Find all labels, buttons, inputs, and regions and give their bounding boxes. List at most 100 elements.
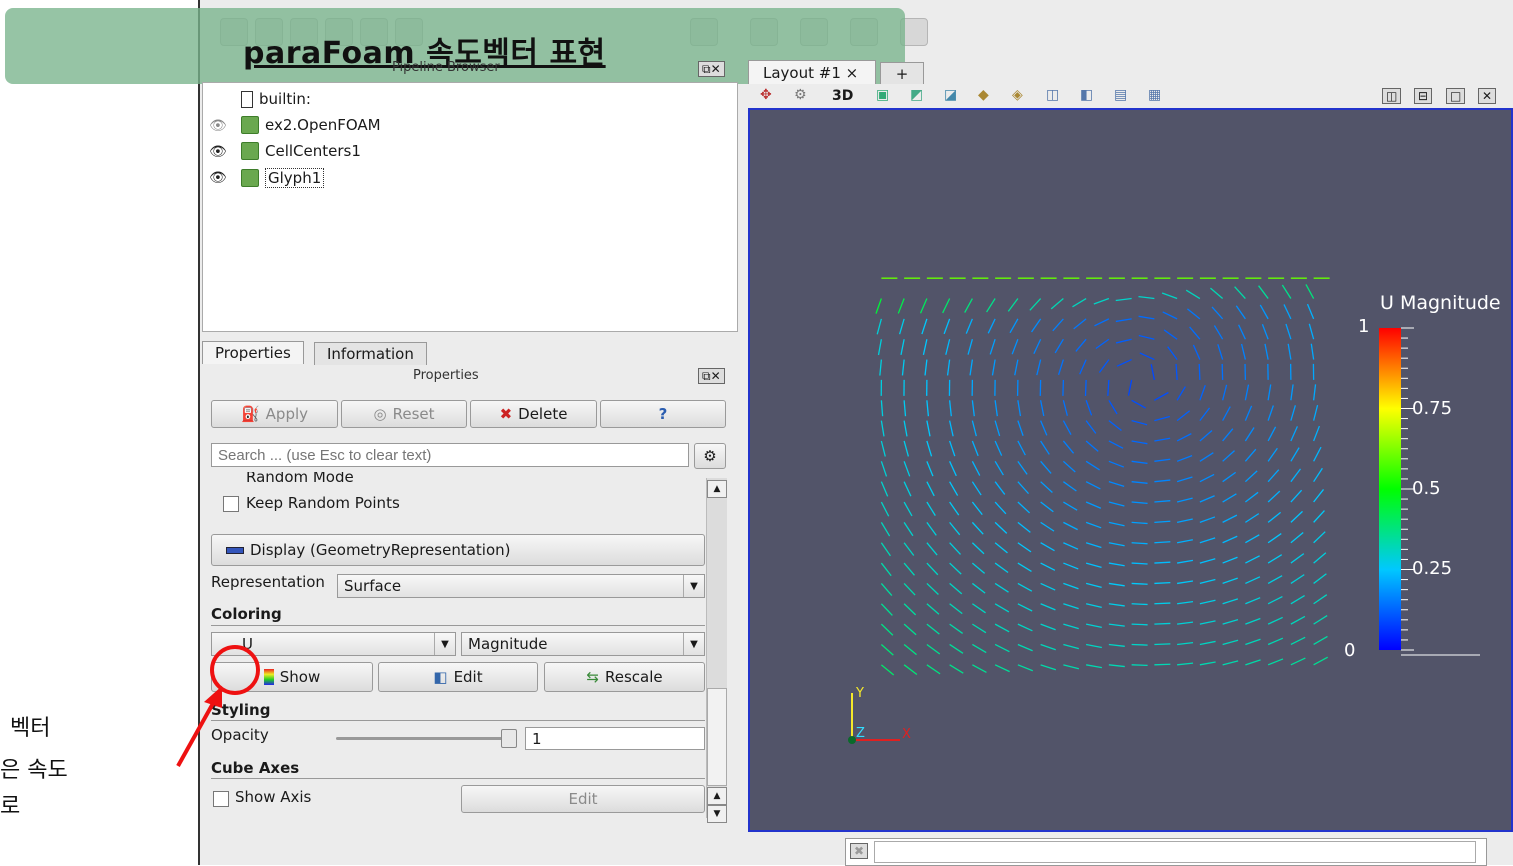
close-icon[interactable]: ✕	[1478, 88, 1496, 104]
velocity-glyph	[1132, 421, 1147, 425]
select-block-icon[interactable]: ◆	[978, 87, 989, 103]
camera-icon[interactable]: ▣	[876, 87, 889, 103]
search-input[interactable]	[211, 443, 689, 467]
edit-colormap-button[interactable]: ◧ Edit	[378, 662, 538, 692]
eye-icon[interactable]: 👁	[209, 118, 227, 134]
velocity-glyph	[1132, 543, 1148, 544]
opacity-input[interactable]: 1	[525, 727, 705, 750]
help-button[interactable]: ?	[600, 400, 726, 428]
velocity-glyph	[927, 624, 940, 634]
velocity-glyph	[1154, 417, 1169, 421]
velocity-glyph	[1109, 502, 1125, 506]
legend-title: U Magnitude	[1380, 292, 1501, 314]
eye-icon[interactable]: 👁	[209, 144, 227, 160]
select-points-icon[interactable]: ◪	[944, 87, 957, 103]
scrollbar-thumb[interactable]	[707, 688, 727, 786]
pipeline-browser-title: Pipeline Browser	[392, 60, 500, 75]
velocity-glyph	[1063, 543, 1078, 549]
opacity-slider-thumb[interactable]	[501, 729, 517, 748]
velocity-glyph	[880, 360, 882, 376]
rescale-icon: ⇆	[586, 668, 599, 686]
velocity-glyph	[1154, 603, 1170, 604]
velocity-glyph-field	[750, 110, 1511, 830]
velocity-glyph	[1177, 581, 1193, 583]
interactive-select-icon[interactable]: ◈	[1012, 87, 1023, 103]
velocity-glyph	[1291, 575, 1304, 584]
split-vertical-icon[interactable]: ⊟	[1414, 88, 1432, 104]
velocity-glyph	[881, 563, 891, 576]
velocity-glyph	[1086, 441, 1098, 451]
pipeline-item-cellcenters[interactable]: CellCenters1	[241, 142, 361, 160]
velocity-glyph	[1116, 299, 1132, 301]
dock-buttons[interactable]: ⧉✕	[698, 61, 725, 77]
eye-icon[interactable]: 👁	[209, 170, 227, 186]
split-horizontal-icon[interactable]: ◫	[1382, 88, 1401, 104]
add-layout-tab[interactable]: +	[880, 62, 924, 85]
reset-button[interactable]: ◎Reset	[341, 400, 467, 428]
velocity-glyph	[1284, 304, 1291, 318]
velocity-glyph	[1116, 339, 1132, 343]
display-section-header[interactable]: Display (GeometryRepresentation)	[211, 534, 705, 566]
velocity-glyph	[1177, 387, 1185, 401]
velocity-glyph	[1282, 285, 1291, 299]
reset-camera-icon[interactable]: ✥	[760, 87, 772, 103]
spreadsheet-icon[interactable]: ▦	[1148, 87, 1161, 103]
velocity-glyph	[1223, 557, 1238, 563]
velocity-glyph	[921, 299, 927, 314]
scroll-down-button[interactable]: ▼	[707, 805, 727, 823]
pipeline-browser: builtin: 👁 ex2.OpenFOAM 👁 CellCenters1 👁…	[202, 82, 738, 332]
apply-button[interactable]: ⛽Apply	[211, 400, 338, 428]
velocity-glyph	[927, 421, 930, 437]
frustum-select-icon[interactable]: ◫	[1046, 87, 1059, 103]
velocity-glyph	[1245, 598, 1260, 604]
velocity-glyph	[1245, 618, 1260, 624]
velocity-glyph	[995, 665, 1009, 672]
rescale-button[interactable]: ⇆ Rescale	[544, 662, 705, 692]
velocity-glyph	[904, 421, 907, 437]
velocity-glyph	[901, 339, 904, 355]
maximize-icon[interactable]: □	[1446, 88, 1465, 104]
grow-select-icon[interactable]: ▤	[1114, 87, 1127, 103]
gear-icon[interactable]: ⚙	[694, 443, 726, 469]
opacity-slider-track[interactable]	[336, 737, 508, 740]
velocity-glyph	[1242, 344, 1246, 360]
tab-properties[interactable]: Properties	[202, 341, 304, 364]
pipeline-item-builtin[interactable]: builtin:	[241, 90, 311, 108]
dock-buttons[interactable]: ⧉✕	[698, 368, 725, 384]
velocity-glyph	[972, 583, 985, 593]
axis-edit-button[interactable]: Edit	[461, 785, 705, 813]
pipeline-item-glyph[interactable]: Glyph1	[241, 168, 324, 188]
velocity-glyph	[904, 644, 916, 654]
velocity-glyph	[1154, 623, 1170, 624]
velocity-glyph	[927, 461, 933, 476]
velocity-glyph	[972, 482, 981, 495]
coloring-component-select[interactable]: Magnitude ▼	[461, 632, 705, 656]
pipeline-item-ex2[interactable]: ex2.OpenFOAM	[241, 116, 381, 134]
clear-icon[interactable]: ✖	[850, 843, 868, 859]
chevron-down-icon: ▼	[683, 633, 704, 655]
select-cells-icon[interactable]: ◩	[910, 87, 923, 103]
velocity-glyph	[1291, 554, 1304, 563]
velocity-glyph	[972, 502, 982, 515]
collapse-icon	[226, 547, 244, 554]
keep-random-points-checkbox[interactable]	[223, 496, 239, 512]
velocity-glyph	[1041, 624, 1056, 630]
scroll-up-button[interactable]: ▲	[707, 480, 727, 498]
python-input[interactable]	[874, 841, 1476, 863]
show-axis-checkbox[interactable]	[213, 791, 229, 807]
polygon-select-icon[interactable]: ◧	[1080, 87, 1093, 103]
velocity-glyph	[1223, 429, 1233, 441]
delete-button[interactable]: ✖Delete	[470, 400, 597, 428]
tab-layout-1[interactable]: Layout #1 ×	[748, 60, 876, 84]
interaction-icon[interactable]: ⚙	[794, 87, 807, 103]
mode-3d-button[interactable]: 3D	[832, 88, 853, 104]
representation-select[interactable]: Surface ▼	[337, 574, 705, 598]
scroll-up-button[interactable]: ▲	[707, 787, 727, 805]
render-view[interactable]: U Magnitude 1 0.75 0.5 0.25 0 Y X Z	[748, 108, 1513, 832]
velocity-glyph	[950, 441, 955, 456]
tab-information[interactable]: Information	[314, 342, 427, 365]
legend-tick: 0.5	[1412, 478, 1441, 499]
velocity-glyph	[970, 360, 972, 376]
velocity-glyph	[1259, 286, 1269, 299]
velocity-glyph	[1086, 421, 1096, 434]
